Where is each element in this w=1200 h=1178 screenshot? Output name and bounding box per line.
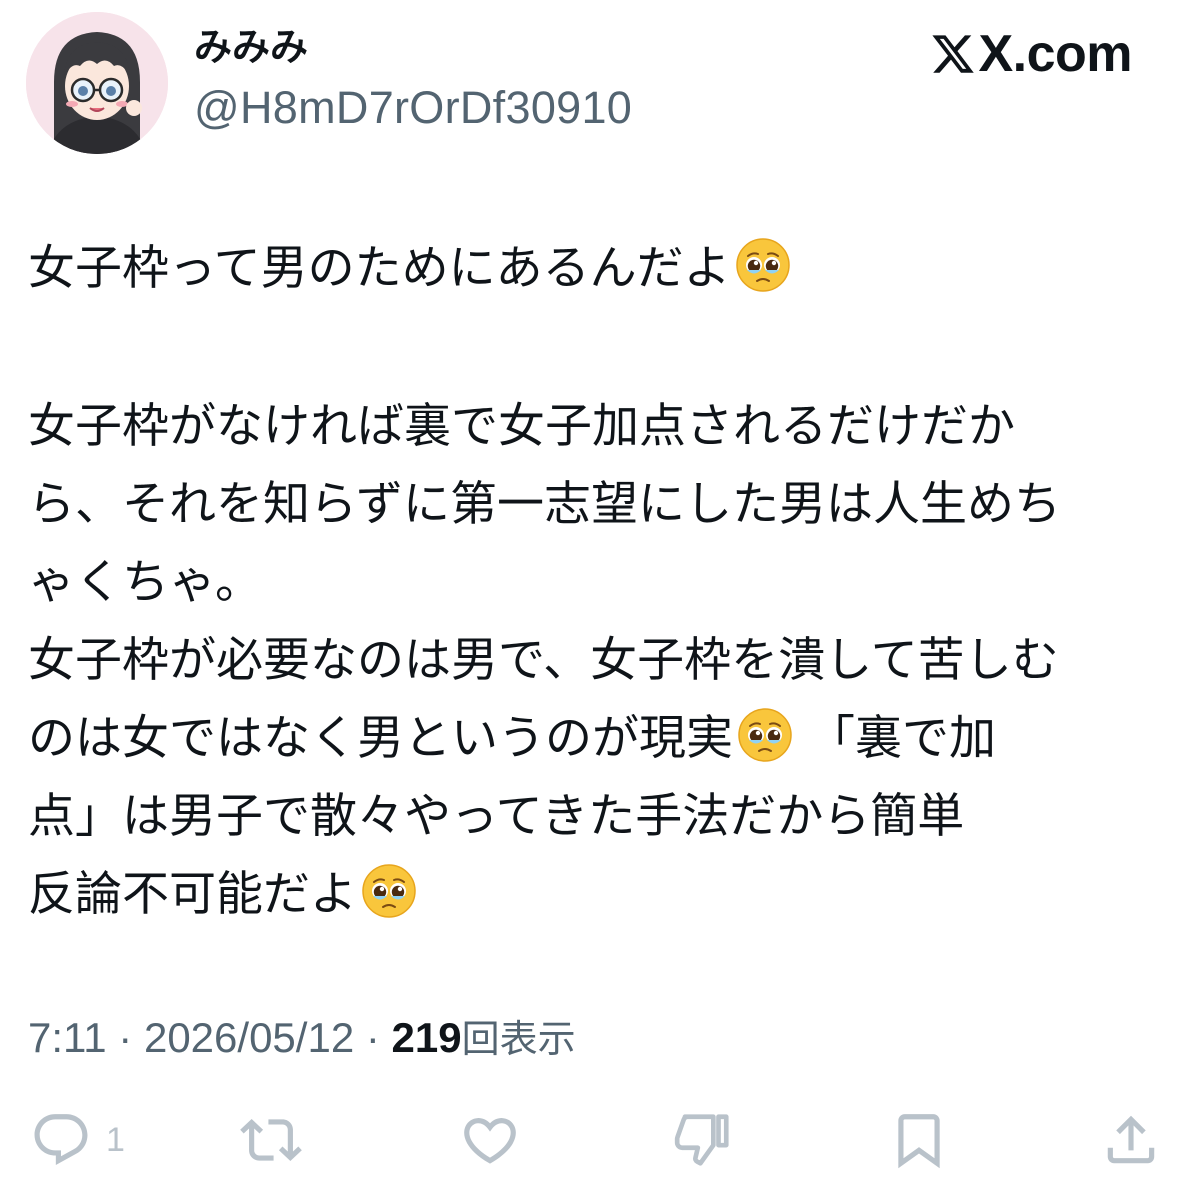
action-bar: 1 — [0, 1104, 1200, 1178]
bookmark-button[interactable] — [888, 1110, 950, 1170]
source-label: X.com — [930, 24, 1132, 84]
reply-button[interactable]: 1 — [30, 1110, 125, 1170]
dislike-button[interactable] — [672, 1110, 734, 1170]
meta-separator: · — [354, 1014, 392, 1061]
avatar[interactable] — [26, 12, 168, 154]
source-text: X.com — [978, 25, 1132, 83]
tweet-line-text: のは女ではなく男というのが現実 — [28, 711, 733, 766]
tweet-line-text: 反論不可能だよ — [28, 867, 357, 922]
repost-button[interactable] — [240, 1110, 302, 1170]
author-block: みみみ @H8mD7rOrDf30910 — [194, 22, 632, 136]
bookmark-icon — [888, 1109, 950, 1171]
tweet-line: 女子枠って男のためにあるんだよ — [28, 230, 1148, 308]
tweet-card: みみみ @H8mD7rOrDf30910 X.com 女子枠って男のためにあるん… — [0, 0, 1200, 1178]
tweet-time[interactable]: 7:11 — [28, 1014, 107, 1061]
tweet-line: 女子枠がなければ裏で女子加点されるだけだか — [28, 399, 1015, 454]
pleading-face-emoji — [735, 237, 791, 293]
tweet-line: ら、それを知らずに第一志望にした男は人生めち — [28, 477, 1062, 532]
tweet-line: 点」は男子で散々やってきた手法だから簡単 — [28, 789, 965, 844]
repost-icon — [240, 1109, 302, 1171]
views-count[interactable]: 219 — [392, 1014, 462, 1061]
user-handle[interactable]: @H8mD7rOrDf30910 — [194, 80, 632, 136]
like-button[interactable] — [458, 1110, 522, 1170]
views-label: 回表示 — [461, 1017, 576, 1061]
tweet-date[interactable]: 2026/05/12 — [144, 1014, 354, 1061]
pleading-face-emoji — [737, 707, 793, 763]
share-button[interactable] — [1100, 1110, 1162, 1170]
share-icon — [1100, 1109, 1162, 1171]
display-name[interactable]: みみみ — [194, 22, 632, 72]
heart-icon — [458, 1109, 522, 1171]
tweet-text: 女子枠って男のためにあるんだよ 女子枠がなければ裏で女子加点されるだけだか ら、… — [28, 230, 1148, 934]
tweet-line: のは女ではなく男というのが現実 「裏で加 — [28, 700, 1148, 778]
x-logo-icon — [930, 31, 976, 77]
pleading-face-emoji — [361, 863, 417, 919]
tweet-line: ゃくちゃ。 — [28, 555, 263, 610]
thumbs-down-icon — [672, 1109, 734, 1171]
meta-separator: · — [106, 1014, 144, 1061]
tweet-line-text: 女子枠って男のためにあるんだよ — [28, 241, 731, 296]
tweet-line: 反論不可能だよ — [28, 856, 1148, 934]
reply-icon — [30, 1109, 92, 1171]
tweet-line: 女子枠が必要なのは男で、女子枠を潰して苦しむ — [28, 633, 1059, 688]
tweet-meta: 7:11 · 2026/05/12 · 219回表示 — [28, 1010, 576, 1067]
reply-count: 1 — [106, 1120, 125, 1159]
tweet-line-text: 「裏で加 — [793, 711, 996, 766]
